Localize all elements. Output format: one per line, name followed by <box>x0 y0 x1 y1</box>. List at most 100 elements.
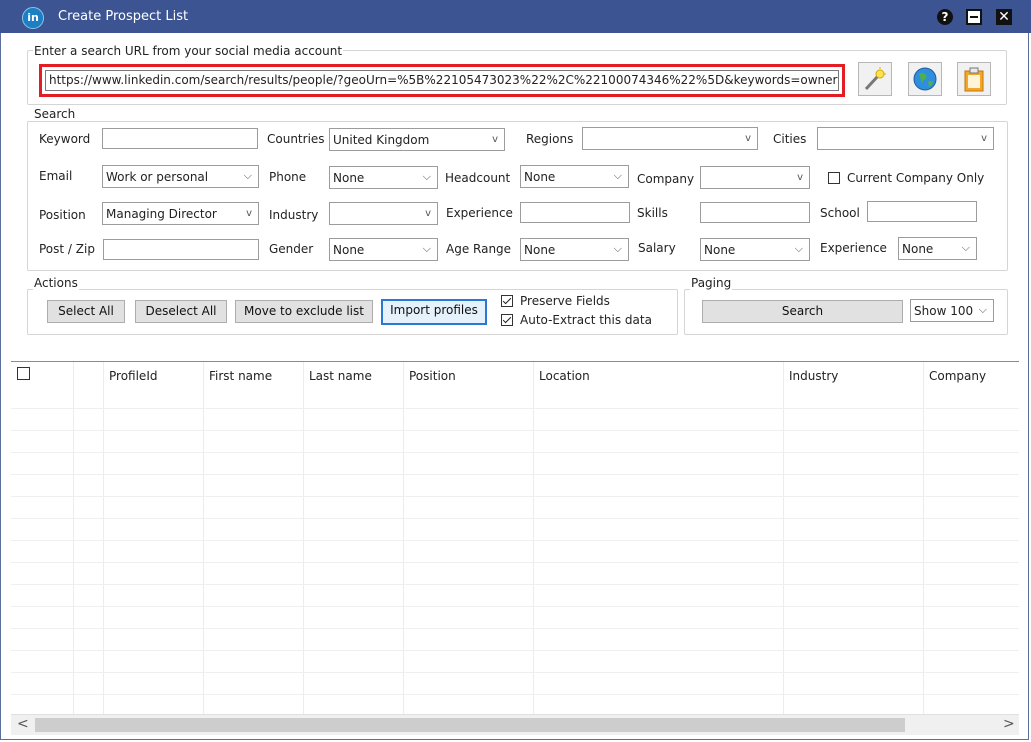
headcount-value: None <box>524 170 556 184</box>
regions-label: Regions <box>526 132 574 146</box>
grid-row-line <box>11 562 1019 563</box>
salary-label: Salary <box>638 241 676 255</box>
cities-select[interactable]: v <box>817 127 994 150</box>
results-grid[interactable]: ProfileId First name Last name Position … <box>11 361 1019 715</box>
column-header-profileid[interactable]: ProfileId <box>103 362 203 390</box>
preserve-fields-checkbox[interactable] <box>501 295 513 307</box>
chevron-down-icon: ⌵ <box>961 241 970 254</box>
keyword-input[interactable] <box>102 128 258 149</box>
company-label: Company <box>637 172 695 186</box>
experience2-value: None <box>902 242 934 256</box>
position-select[interactable]: Managing Director v <box>102 202 259 225</box>
chevron-down-icon: v <box>492 134 498 145</box>
position-value: Managing Director <box>106 207 217 221</box>
keyword-label: Keyword <box>39 132 91 146</box>
chevron-down-icon: v <box>981 133 987 144</box>
select-all-rows-checkbox[interactable] <box>17 367 30 380</box>
experience-label: Experience <box>446 206 513 220</box>
grid-divider <box>923 362 924 715</box>
headcount-label: Headcount <box>445 171 511 185</box>
column-header-industry[interactable]: Industry <box>783 362 923 390</box>
regions-select[interactable]: v <box>582 127 758 150</box>
grid-row-line <box>11 584 1019 585</box>
salary-select[interactable]: None ⌵ <box>700 238 810 261</box>
column-header-first-name[interactable]: First name <box>203 362 303 390</box>
scroll-left-icon[interactable]: < <box>17 716 29 732</box>
deselect-all-button[interactable]: Deselect All <box>135 300 227 323</box>
search-group-label: Search <box>33 107 77 121</box>
grid-divider <box>203 362 204 715</box>
grid-row-line <box>11 650 1019 651</box>
scroll-thumb[interactable] <box>35 718 905 732</box>
select-all-button[interactable]: Select All <box>47 300 125 323</box>
help-icon[interactable]: ? <box>937 9 953 25</box>
industry-label: Industry <box>269 208 319 222</box>
current-company-only-label: Current Company Only <box>847 171 985 185</box>
grid-divider <box>403 362 404 715</box>
current-company-only-checkbox[interactable] <box>828 172 840 184</box>
gender-select[interactable]: None ⌵ <box>329 238 438 261</box>
grid-row-line <box>11 496 1019 497</box>
experience2-select[interactable]: None ⌵ <box>898 237 977 260</box>
url-input[interactable]: https://www.linkedin.com/search/results/… <box>45 70 839 91</box>
grid-row-line <box>11 408 1019 409</box>
skills-input[interactable] <box>700 202 810 223</box>
phone-select[interactable]: None ⌵ <box>329 166 438 189</box>
auto-extract-label: Auto-Extract this data <box>520 313 652 327</box>
grid-divider <box>303 362 304 715</box>
move-to-exclude-list-button[interactable]: Move to exclude list <box>235 300 373 323</box>
column-header-location[interactable]: Location <box>533 362 783 390</box>
gender-label: Gender <box>269 242 314 256</box>
show-count-select[interactable]: Show 100 ⌵ <box>910 299 994 322</box>
clipboard-button[interactable] <box>957 62 991 96</box>
import-profiles-button[interactable]: Import profiles <box>381 299 487 325</box>
globe-button[interactable] <box>908 62 942 96</box>
grid-row-line <box>11 518 1019 519</box>
grid-divider <box>103 362 104 715</box>
age-range-label: Age Range <box>446 242 512 256</box>
linkedin-logo-icon: in <box>22 7 44 29</box>
countries-value: United Kingdom <box>333 133 430 147</box>
grid-divider <box>73 362 74 715</box>
headcount-select[interactable]: None ⌵ <box>520 165 629 188</box>
grid-row-line <box>11 672 1019 673</box>
grid-row-line <box>11 606 1019 607</box>
countries-select[interactable]: United Kingdom v <box>329 128 505 151</box>
close-icon[interactable]: ✕ <box>996 9 1012 25</box>
email-label: Email <box>39 169 73 183</box>
school-input[interactable] <box>867 201 977 222</box>
postzip-input[interactable] <box>103 239 259 260</box>
chevron-down-icon: v <box>797 172 803 183</box>
grid-row-line <box>11 628 1019 629</box>
skills-label: Skills <box>637 206 668 220</box>
company-select[interactable]: v <box>700 166 810 189</box>
grid-row-line <box>11 540 1019 541</box>
chevron-down-icon: ⌵ <box>422 170 431 183</box>
chevron-down-icon: v <box>745 133 751 144</box>
column-header-position[interactable]: Position <box>403 362 533 390</box>
horizontal-scrollbar[interactable]: < > <box>11 714 1019 735</box>
column-header-last-name[interactable]: Last name <box>303 362 403 390</box>
age-range-select[interactable]: None ⌵ <box>520 238 629 261</box>
search-button[interactable]: Search <box>702 300 903 323</box>
chevron-down-icon: ⌵ <box>794 242 803 255</box>
grid-divider <box>533 362 534 715</box>
grid-row-line <box>11 694 1019 695</box>
actions-group-label: Actions <box>33 276 79 290</box>
auto-extract-checkbox[interactable] <box>501 314 513 326</box>
chevron-down-icon: ⌵ <box>613 242 622 255</box>
paging-group-label: Paging <box>690 276 733 290</box>
chevron-down-icon: ⌵ <box>613 169 622 182</box>
minimize-icon[interactable] <box>966 9 982 25</box>
column-header-company[interactable]: Company <box>923 362 1019 390</box>
preserve-fields-label: Preserve Fields <box>520 294 610 308</box>
email-select[interactable]: Work or personal ⌵ <box>102 165 259 188</box>
chevron-down-icon: ⌵ <box>243 169 252 182</box>
scroll-right-icon[interactable]: > <box>1003 716 1015 732</box>
experience-input[interactable] <box>520 202 630 223</box>
magic-wand-button[interactable] <box>858 62 892 96</box>
age-range-value: None <box>524 243 556 257</box>
industry-select[interactable]: v <box>329 202 438 225</box>
cities-label: Cities <box>773 132 807 146</box>
show-count-value: Show 100 <box>914 304 974 318</box>
